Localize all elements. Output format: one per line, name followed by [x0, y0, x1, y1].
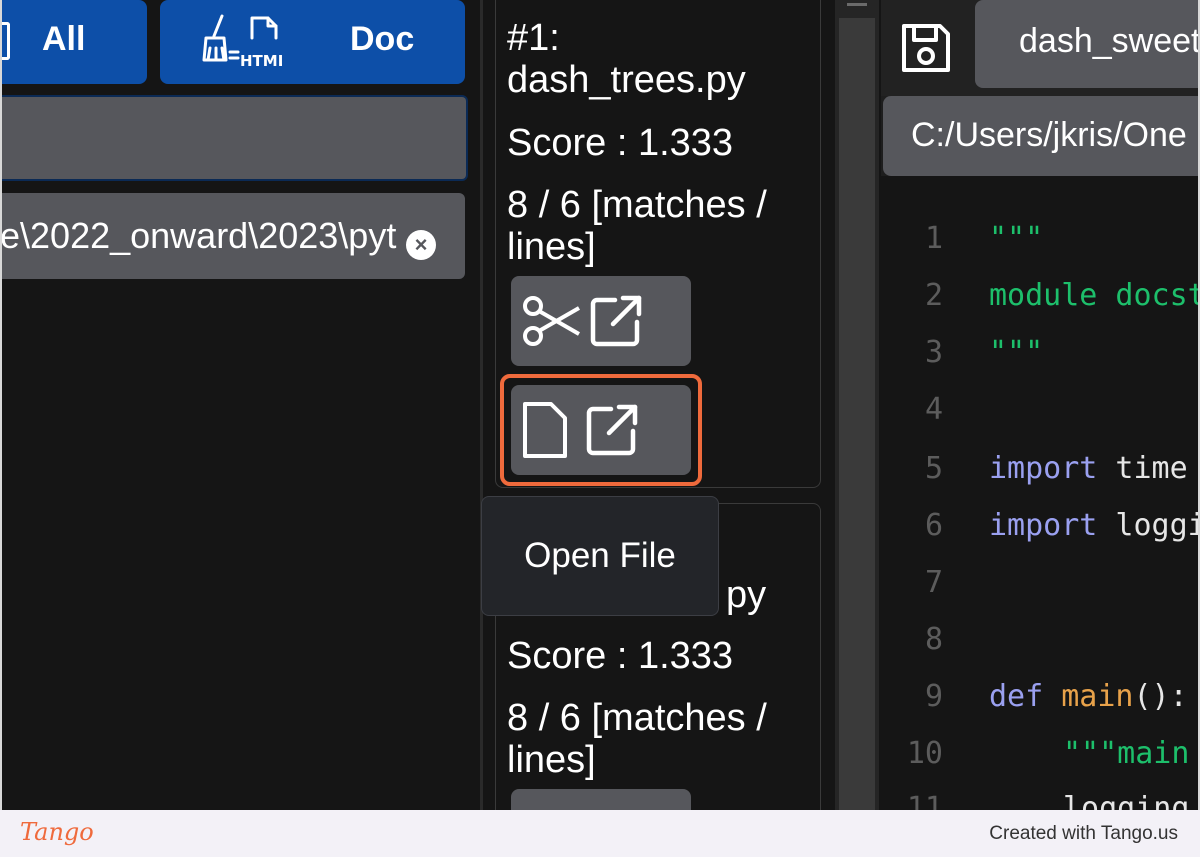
result-score: Score : 1.333	[507, 635, 734, 677]
code-text: """	[989, 220, 1044, 256]
tab-file-label: dash_sweet	[1019, 22, 1200, 60]
tooltip: Open File	[481, 496, 719, 616]
footer: Tango Created with Tango.us	[0, 810, 1200, 857]
line-number: 8	[924, 621, 943, 657]
scrollbar-thumb[interactable]	[839, 18, 875, 810]
external-link-icon	[586, 404, 638, 456]
path-chip-text: e\2022_onward\2023\pyt	[0, 215, 397, 256]
all-button[interactable]: All	[0, 0, 147, 84]
svg-text:HTML: HTML	[240, 52, 282, 68]
tooltip-text: Open File	[524, 536, 676, 575]
line-number: 10	[906, 735, 943, 771]
code-line: 3 """	[881, 332, 1043, 372]
code-text: """	[989, 334, 1044, 370]
result-matches: 8 / 6 [matches / lines]	[507, 697, 767, 781]
tango-logo: Tango	[20, 818, 94, 846]
search-input[interactable]	[0, 95, 468, 181]
result-score: Score : 1.333	[507, 122, 734, 164]
code-text: time	[1097, 450, 1188, 486]
path-chip: e\2022_onward\2023\pyt ×	[0, 193, 465, 279]
doc-button-label: Doc	[350, 20, 415, 58]
window-left-border	[0, 0, 2, 810]
close-icon[interactable]: ×	[406, 230, 436, 260]
all-button-label: All	[42, 20, 86, 58]
result-matches: 8 / 6 [matches / lines]	[507, 184, 767, 268]
tab-file[interactable]: dash_sweet	[975, 0, 1200, 88]
file-path-text: C:/Users/jkris/One	[911, 116, 1187, 154]
code-editor[interactable]: 1 """ 2 module docst 3 """ 4 5 import time 6…	[881, 176, 1200, 810]
code-function: main	[1043, 678, 1134, 714]
line-number: 6	[924, 507, 943, 543]
open-file-button[interactable]	[511, 385, 691, 475]
save-button[interactable]	[881, 0, 971, 96]
line-number: 9	[924, 678, 943, 714]
left-pane: All HTML Doc e\2022	[0, 0, 480, 810]
results-pane: #1: dash_trees.py Score : 1.333 8 / 6 [m…	[481, 0, 835, 849]
code-line: 2 module docst	[881, 275, 1200, 315]
save-icon	[902, 24, 950, 72]
line-number: 1	[924, 220, 943, 256]
code-text: logging	[1063, 790, 1190, 811]
code-keyword: import	[989, 507, 1098, 543]
line-number: 2	[924, 277, 943, 313]
code-line: 8	[881, 619, 989, 659]
scrollbar-arrow-up[interactable]	[847, 0, 867, 6]
code-line: 4	[881, 389, 989, 429]
file-icon	[523, 402, 567, 458]
broom-html-icon: HTML	[200, 12, 288, 70]
code-line: 9 def main ():	[881, 676, 1188, 716]
code-line: 7	[881, 562, 989, 602]
code-text: module docst	[989, 277, 1200, 313]
result-title: #1: dash_trees.py	[507, 17, 746, 101]
external-link-icon	[590, 295, 642, 347]
code-line: 5 import time	[881, 448, 1188, 488]
code-keyword: def	[989, 678, 1044, 714]
editor-pane: dash_sweet C:/Users/jkris/One 1 """ 2 modu…	[881, 0, 1200, 810]
line-number: 3	[924, 334, 943, 370]
html-doc-button[interactable]: HTML Doc	[160, 0, 465, 84]
line-number: 7	[924, 564, 943, 600]
code-text: """main	[1063, 735, 1190, 771]
open-snippet-button[interactable]	[511, 276, 691, 366]
file-path-bar: C:/Users/jkris/One	[883, 96, 1200, 176]
result-card: #1: dash_trees.py Score : 1.333 8 / 6 [m…	[495, 0, 821, 488]
scissors-icon	[523, 296, 580, 346]
code-line: 1 """	[881, 218, 1043, 258]
code-text: ():	[1133, 678, 1188, 714]
results-scrollbar[interactable]	[835, 0, 879, 810]
code-keyword: import	[989, 450, 1098, 486]
line-number: 5	[924, 450, 943, 486]
line-number: 4	[924, 391, 943, 427]
code-text: loggi	[1097, 507, 1200, 543]
result-title: py	[726, 574, 767, 616]
line-number: 11	[906, 790, 943, 811]
code-line: 10 """main	[881, 733, 1190, 773]
code-line: 11 logging	[881, 788, 1190, 811]
code-line: 6 import loggi	[881, 505, 1200, 545]
footer-credit: Created with Tango.us	[989, 823, 1178, 844]
